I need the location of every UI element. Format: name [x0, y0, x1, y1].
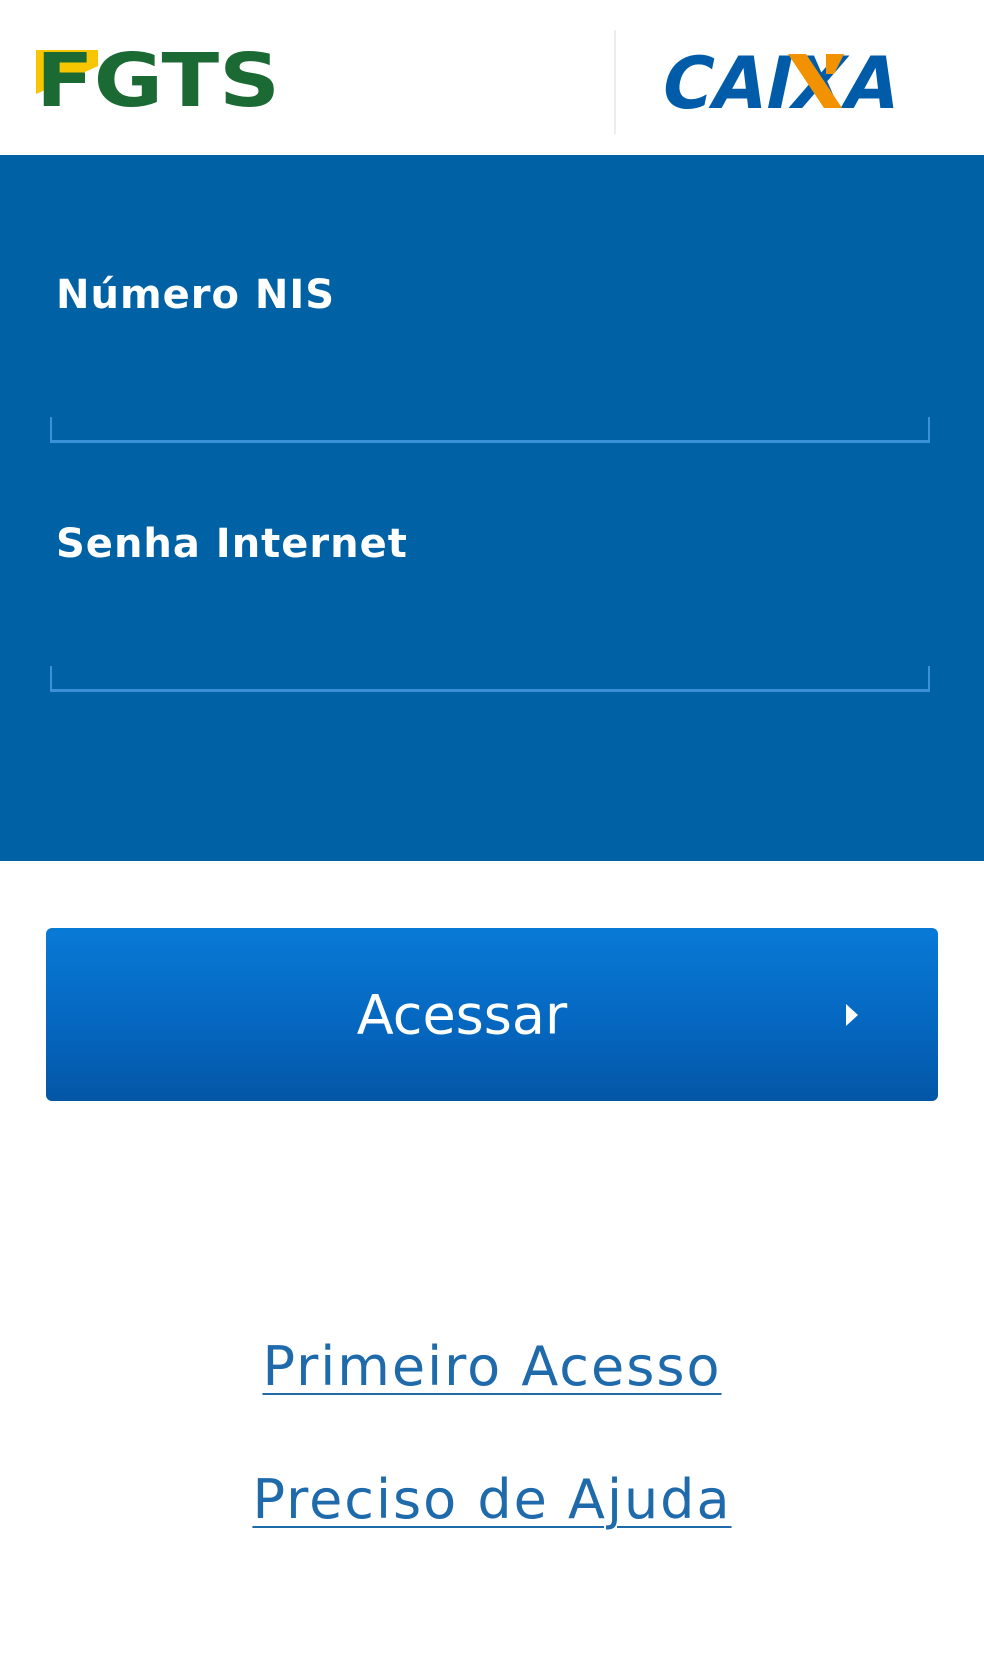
- nis-label: Número NIS: [56, 272, 336, 318]
- caixa-logo: CAIXA: [656, 50, 908, 112]
- fgts-logo: FGTS: [36, 50, 280, 110]
- access-button-label: Acessar: [356, 983, 568, 1046]
- header-divider: [614, 30, 616, 134]
- password-underline: [50, 666, 930, 692]
- password-label: Senha Internet: [56, 521, 408, 567]
- help-link[interactable]: Preciso de Ajuda: [0, 1468, 984, 1531]
- first-access-link[interactable]: Primeiro Acesso: [0, 1335, 984, 1398]
- nis-underline: [50, 417, 930, 443]
- password-input[interactable]: [50, 570, 934, 676]
- nis-input[interactable]: [50, 321, 934, 427]
- access-button[interactable]: Acessar: [46, 928, 938, 1101]
- fgts-logo-text: FGTS: [36, 50, 280, 110]
- chevron-right-icon: [846, 1003, 858, 1026]
- login-panel: Número NIS Senha Internet: [0, 155, 984, 861]
- app-header: FGTS CAIXA: [0, 0, 984, 155]
- caixa-logo-text: CAIXA: [656, 50, 908, 112]
